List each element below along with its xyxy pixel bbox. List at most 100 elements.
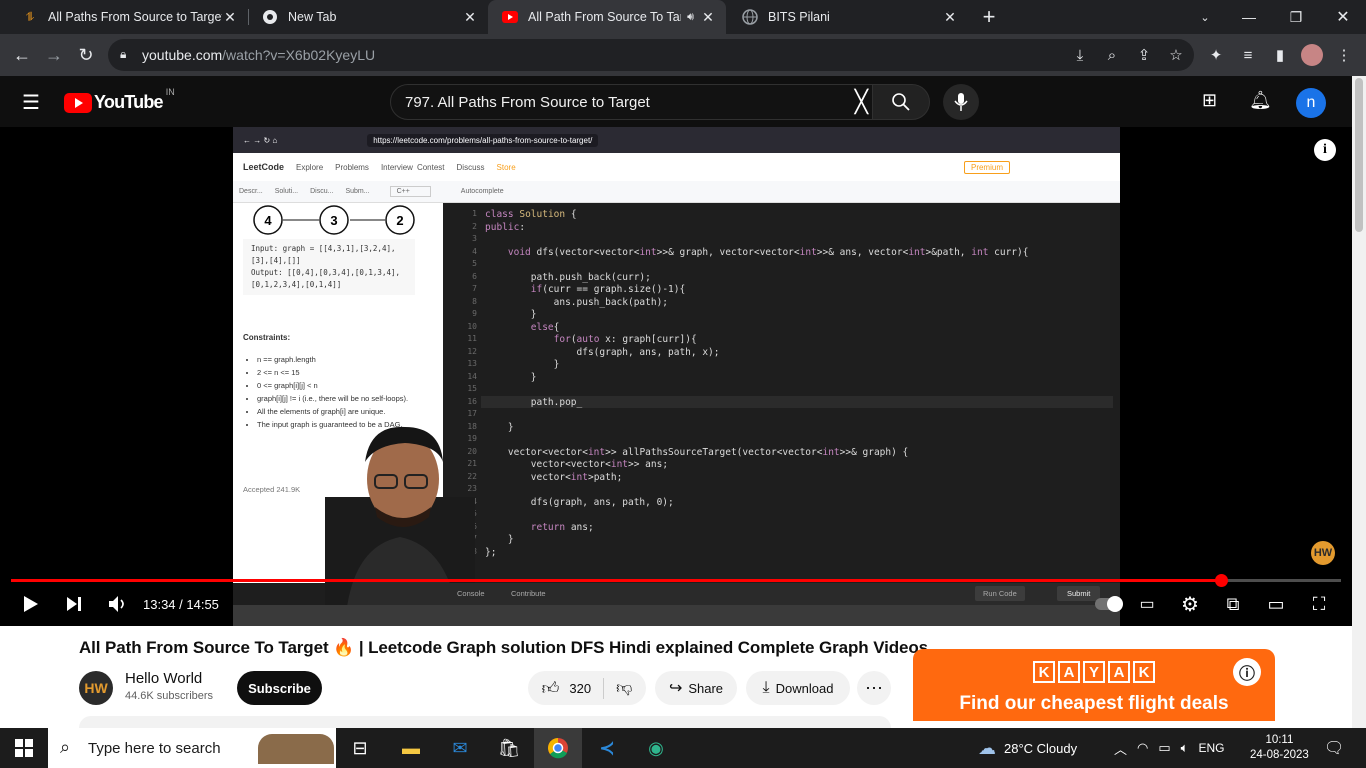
line-number: 10 xyxy=(467,321,477,331)
video-url: https://leetcode.com/problems/all-paths-… xyxy=(367,133,599,147)
tab-new-tab[interactable]: New Tab ✕ xyxy=(248,0,488,34)
channel-avatar[interactable]: HW xyxy=(79,671,113,705)
autoplay-toggle[interactable] xyxy=(1094,588,1123,620)
media-control-icon[interactable]: ≡ xyxy=(1232,34,1264,76)
speaker-icon[interactable]: 🔊︎ xyxy=(687,11,694,24)
taskbar-search-placeholder: Type here to search xyxy=(88,739,221,757)
mail-icon[interactable]: ✉ xyxy=(436,728,484,768)
play-icon[interactable] xyxy=(16,588,46,620)
close-window-icon[interactable]: ✕ xyxy=(1320,0,1366,34)
tab-bits-pilani[interactable]: BITS Pilani ✕ xyxy=(728,0,968,34)
leetcode-nav-item: Discuss xyxy=(456,162,485,172)
language-indicator[interactable]: ENG xyxy=(1198,741,1224,755)
url-host: youtube.com xyxy=(142,47,223,63)
scrubber-handle[interactable] xyxy=(1215,574,1228,587)
theater-mode-icon[interactable]: ▭ xyxy=(1262,588,1290,620)
create-video-icon[interactable]: ⊞ xyxy=(1202,90,1217,111)
fullscreen-icon[interactable]: ⛶ xyxy=(1305,588,1333,620)
voice-search-button[interactable] xyxy=(943,84,979,120)
reload-icon[interactable]: ↻ xyxy=(70,34,102,76)
store-icon[interactable]: 🛍︎ xyxy=(485,728,533,768)
youtube-logo-text: YouTube xyxy=(94,92,164,112)
side-panel-icon[interactable]: ▮ xyxy=(1264,34,1296,76)
thumbs-down-icon[interactable]: 👎︎ xyxy=(604,679,632,698)
tab-search-chevron-icon[interactable]: ⌄ xyxy=(1182,0,1228,34)
profile-avatar[interactable] xyxy=(1296,34,1328,76)
speaker-tray-icon[interactable]: 🔈︎ xyxy=(1181,740,1189,756)
more-actions-icon[interactable]: ⋯ xyxy=(857,671,891,705)
settings-gear-icon[interactable]: ⚙ xyxy=(1176,588,1204,620)
share-button[interactable]: ↪ Share xyxy=(655,671,737,705)
close-tab-icon[interactable]: ✕ xyxy=(222,9,238,26)
line-number: 8 xyxy=(472,296,477,306)
wifi-icon[interactable]: ◠ xyxy=(1137,740,1148,756)
extensions-icon[interactable]: ✦ xyxy=(1200,34,1232,76)
code-line: } xyxy=(485,309,537,320)
close-tab-icon[interactable]: ✕ xyxy=(942,9,958,26)
youtube-logo[interactable]: YouTube IN xyxy=(64,87,175,113)
volume-icon[interactable] xyxy=(104,588,132,620)
forward-icon[interactable]: → xyxy=(38,34,70,76)
address-bar[interactable]: 🔒︎ youtube.com/watch?v=X6b02KyeyLU xyxy=(108,39,1194,71)
miniplayer-icon[interactable]: ⧉ xyxy=(1219,588,1247,620)
leetcode-premium: Premium xyxy=(963,160,1010,174)
video-info-icon[interactable]: i xyxy=(1314,139,1336,161)
task-view-icon[interactable]: ⊟ xyxy=(336,728,384,768)
restore-icon[interactable]: ❐ xyxy=(1273,0,1319,34)
example-output: Output: [[0,4],[0,3,4],[0,1,3,4],[0,1,2,… xyxy=(251,268,401,289)
clock[interactable]: 10:11 24-08-2023 xyxy=(1250,728,1309,768)
code-line: return ans; xyxy=(530,521,594,533)
channel-name[interactable]: Hello World xyxy=(125,670,202,687)
vscode-icon[interactable]: ≺ xyxy=(583,728,631,768)
code-line: if(curr == graph.size()-1){ xyxy=(530,284,686,295)
chrome-menu-icon[interactable]: ⋮ xyxy=(1328,34,1360,76)
battery-icon[interactable]: ▭ xyxy=(1158,740,1170,756)
back-icon[interactable]: ← xyxy=(6,34,38,76)
taskbar-search-box[interactable]: ⌕ Type here to search xyxy=(48,728,336,768)
weather-widget[interactable]: ☁ 28°C Cloudy xyxy=(978,728,1077,768)
next-video-icon[interactable] xyxy=(60,588,88,620)
download-icon: ⤓ xyxy=(762,679,770,696)
tray-chevron-icon[interactable]: ︿ xyxy=(1114,739,1127,758)
account-avatar[interactable]: n xyxy=(1296,88,1326,118)
close-tab-icon[interactable]: ✕ xyxy=(462,9,478,26)
leetcode-nav-item: Explore xyxy=(296,162,324,172)
channel-watermark[interactable]: HW xyxy=(1311,541,1335,565)
clear-search-icon[interactable]: ╳ xyxy=(855,89,868,115)
file-explorer-icon[interactable]: ▬ xyxy=(387,728,435,768)
bookmark-star-icon[interactable]: ☆ xyxy=(1160,34,1192,76)
hamburger-menu-icon[interactable]: ☰ xyxy=(22,90,40,115)
scrollbar-thumb[interactable] xyxy=(1355,78,1363,232)
notification-center-icon[interactable]: 🗨︎ xyxy=(1324,728,1344,768)
install-app-icon[interactable]: ⤓ xyxy=(1064,34,1096,76)
video-browser-bar: ← → ↻ ⌂ https://leetcode.com/problems/al… xyxy=(233,127,1120,153)
tab-youtube-active[interactable]: All Path From Source To Targ 🔊︎ ✕ xyxy=(488,0,726,34)
search-button[interactable] xyxy=(872,84,930,120)
code-line: path.pop_ xyxy=(485,396,583,408)
video-frame[interactable]: ← → ↻ ⌂ https://leetcode.com/problems/al… xyxy=(233,127,1120,626)
ad-info-icon[interactable]: ⓘ xyxy=(1233,658,1261,686)
windows-start-icon[interactable] xyxy=(0,728,48,768)
search-input-value: 797. All Paths From Source to Target xyxy=(405,93,650,111)
share-page-icon[interactable]: ⇪ xyxy=(1128,34,1160,76)
subtitles-icon[interactable]: ▭ xyxy=(1133,588,1161,620)
minimize-icon[interactable]: — xyxy=(1226,0,1272,34)
code-line: class Solution { xyxy=(485,209,577,220)
subscribe-button[interactable]: Subscribe xyxy=(237,671,322,705)
edge-icon[interactable]: ◉ xyxy=(632,728,680,768)
search-input[interactable]: 797. All Paths From Source to Target ╳ xyxy=(390,84,873,120)
leetcode-nav: LeetCode Explore Problems Interview Cont… xyxy=(233,153,1120,181)
zoom-icon[interactable]: ⌕ xyxy=(1096,34,1128,76)
notifications-bell-icon[interactable]: 🔔︎ xyxy=(1249,90,1272,111)
like-button[interactable]: 👍︎ 320 xyxy=(542,677,605,699)
search-highlight-image xyxy=(258,734,334,764)
tab-leetcode[interactable]: ⥮ All Paths From Source to Target - ✕ xyxy=(8,0,248,34)
kayak-ad[interactable]: K A Y A K ⓘ Find our cheapest flight dea… xyxy=(913,649,1275,728)
leetcode-nav-item: Interview xyxy=(380,162,413,172)
chrome-taskbar-icon[interactable] xyxy=(534,728,582,768)
close-tab-icon[interactable]: ✕ xyxy=(700,9,716,26)
description-box[interactable] xyxy=(79,716,891,728)
new-tab-icon[interactable]: + xyxy=(966,0,1012,34)
download-button[interactable]: ⤓ Download xyxy=(746,671,850,705)
lock-icon[interactable]: 🔒︎ xyxy=(120,47,126,62)
